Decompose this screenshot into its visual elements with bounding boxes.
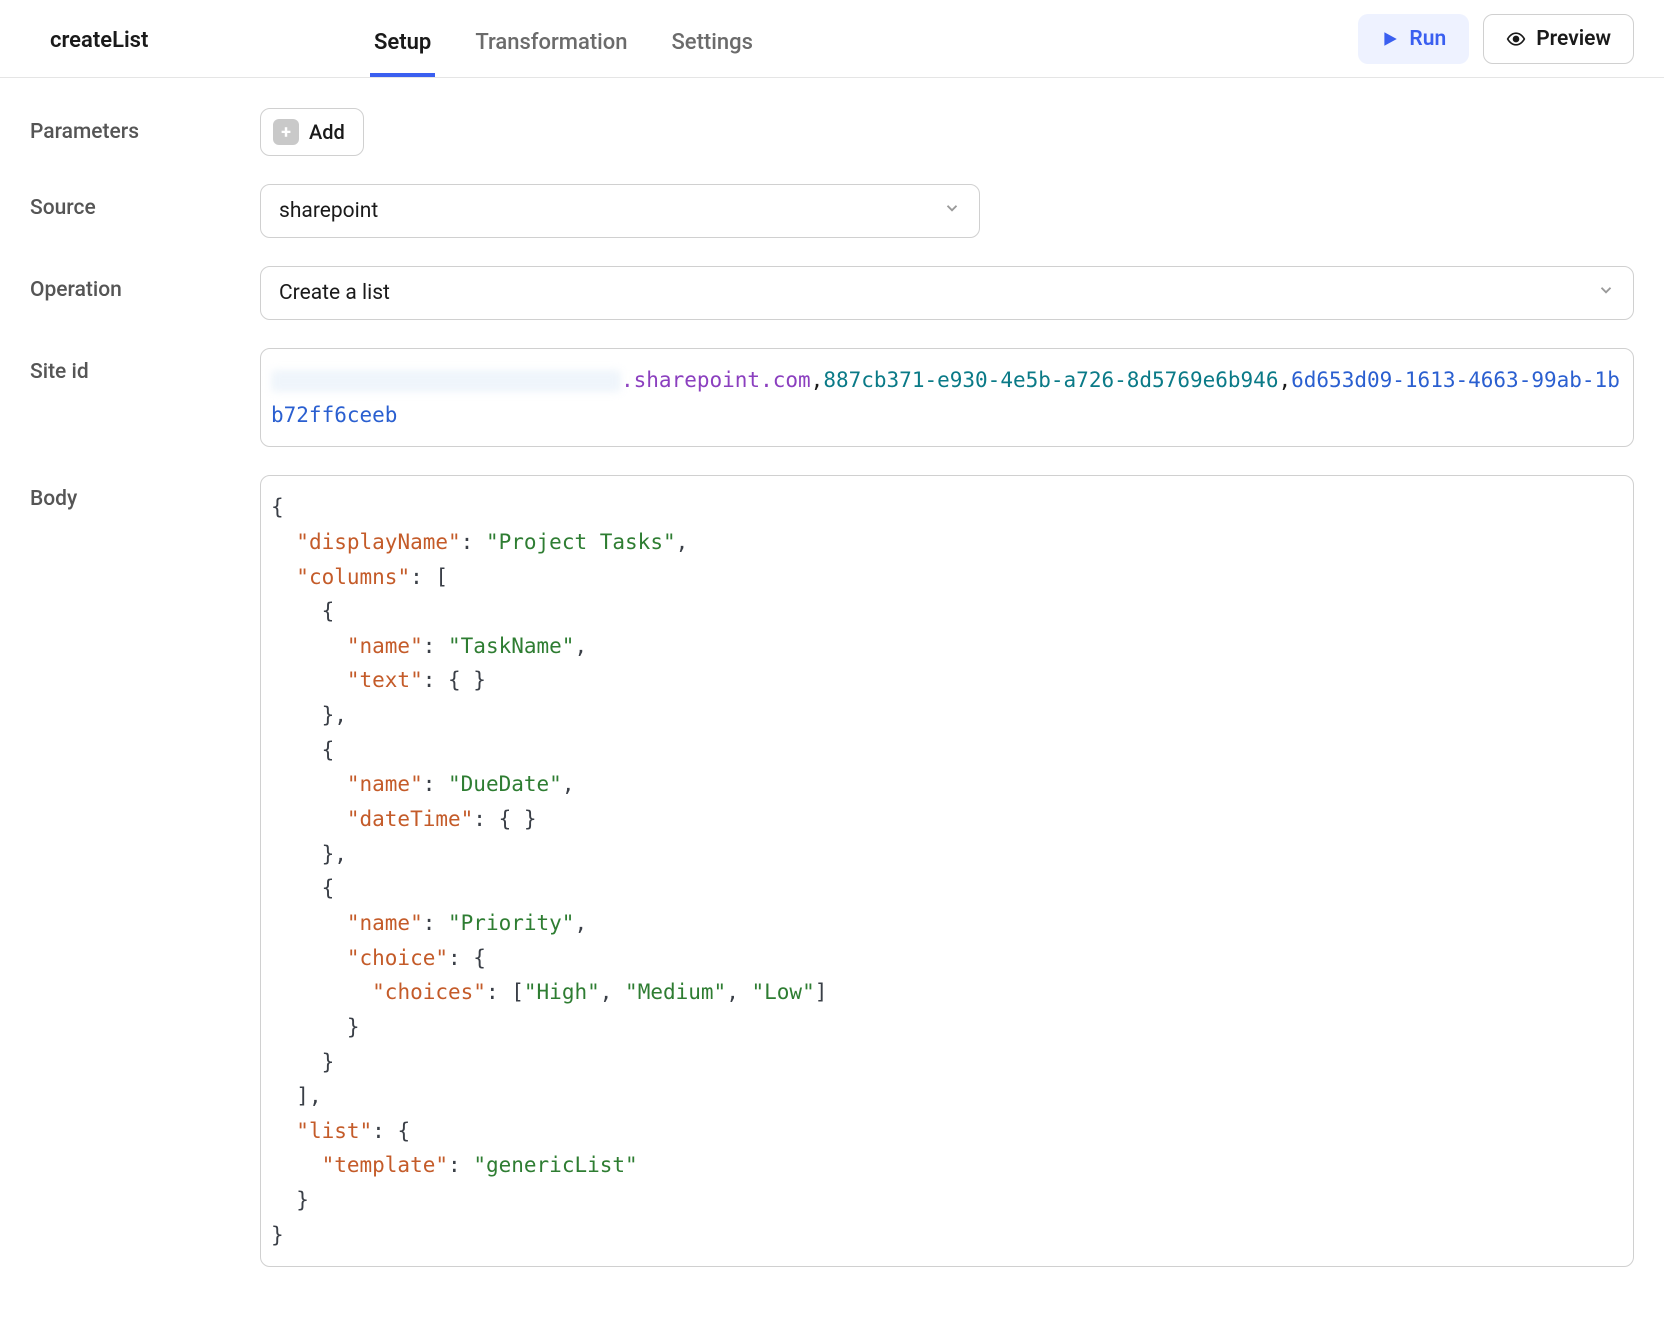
tab-setup[interactable]: Setup xyxy=(370,20,435,77)
preview-button-label: Preview xyxy=(1536,27,1611,51)
add-parameter-button[interactable]: + Add xyxy=(260,108,364,156)
operation-value: Create a list xyxy=(279,281,390,305)
run-button[interactable]: Run xyxy=(1358,14,1469,64)
header: createList Setup Transformation Settings… xyxy=(0,0,1664,78)
setup-form: Parameters + Add Source sharepoint Opera… xyxy=(0,78,1664,1325)
preview-button[interactable]: Preview xyxy=(1483,14,1634,64)
run-button-label: Run xyxy=(1409,27,1446,51)
play-icon xyxy=(1381,30,1399,48)
eye-icon xyxy=(1506,29,1526,49)
tab-settings[interactable]: Settings xyxy=(667,20,756,77)
tabs: Setup Transformation Settings xyxy=(370,20,757,77)
chevron-down-icon xyxy=(1597,281,1615,305)
label-body: Body xyxy=(30,475,260,511)
operation-select[interactable]: Create a list xyxy=(260,266,1634,320)
add-button-label: Add xyxy=(309,120,345,144)
siteid-suffix: .sharepoint.com xyxy=(621,368,811,392)
label-source: Source xyxy=(30,184,260,220)
label-site-id: Site id xyxy=(30,348,260,384)
site-id-input[interactable]: hidden.sharepoint.com,887cb371-e930-4e5b… xyxy=(260,348,1634,447)
page-title: createList xyxy=(50,28,148,53)
row-body: Body { "displayName": "Project Tasks", "… xyxy=(30,475,1634,1267)
label-operation: Operation xyxy=(30,266,260,302)
row-operation: Operation Create a list xyxy=(30,266,1634,320)
row-site-id: Site id hidden.sharepoint.com,887cb371-e… xyxy=(30,348,1634,447)
source-select[interactable]: sharepoint xyxy=(260,184,980,238)
row-parameters: Parameters + Add xyxy=(30,108,1634,156)
chevron-down-icon xyxy=(943,199,961,223)
redacted-hostname: hidden xyxy=(271,370,621,392)
plus-icon: + xyxy=(273,119,299,145)
row-source: Source sharepoint xyxy=(30,184,1634,238)
body-editor[interactable]: { "displayName": "Project Tasks", "colum… xyxy=(260,475,1634,1267)
label-parameters: Parameters xyxy=(30,108,260,144)
siteid-guid1: 887cb371-e930-4e5b-a726-8d5769e6b946 xyxy=(823,368,1278,392)
header-actions: Run Preview xyxy=(1358,14,1634,64)
siteid-sep: , xyxy=(811,368,824,392)
tab-transformation[interactable]: Transformation xyxy=(471,20,631,77)
source-value: sharepoint xyxy=(279,199,378,223)
siteid-sep: , xyxy=(1278,368,1291,392)
